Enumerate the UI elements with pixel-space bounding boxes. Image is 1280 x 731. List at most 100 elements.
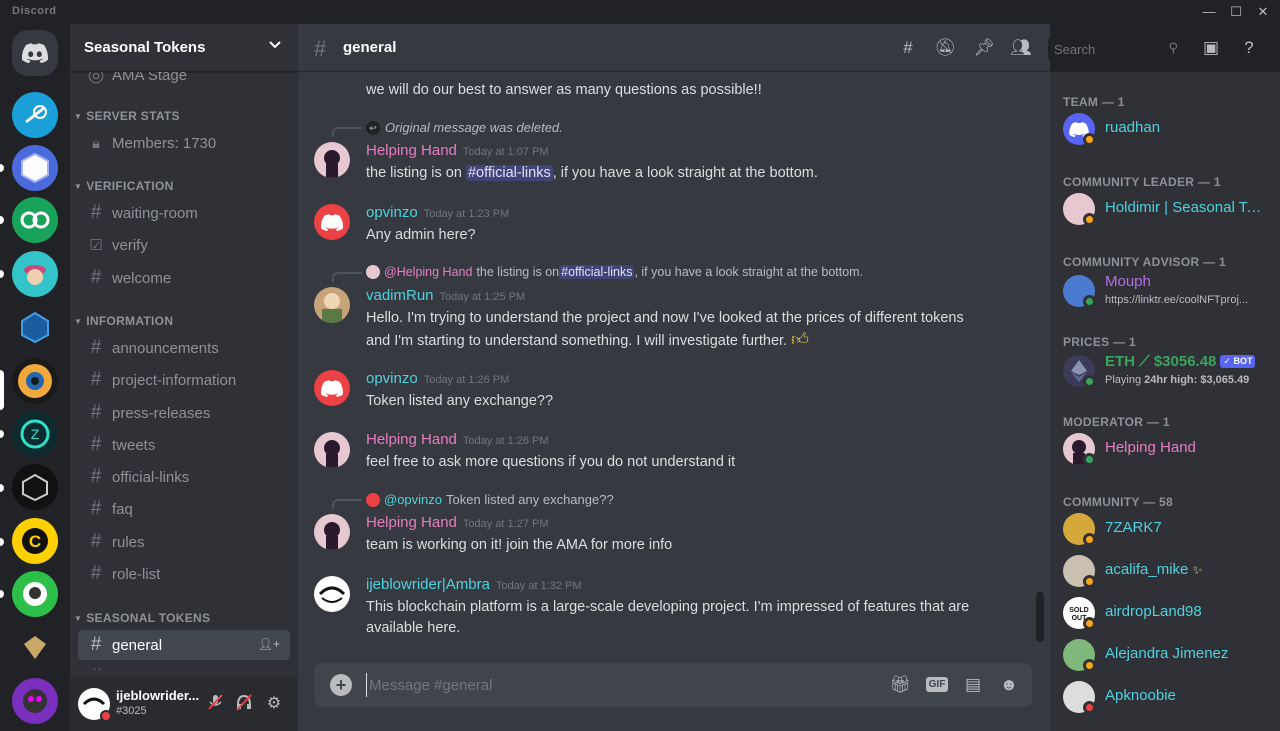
pin-icon[interactable]: 📌︎: [972, 37, 996, 59]
server-header[interactable]: Seasonal Tokens: [70, 24, 298, 72]
server-icon-10[interactable]: [12, 571, 58, 617]
server-icon-8[interactable]: [12, 464, 58, 510]
reply-user[interactable]: @Helping Hand: [384, 265, 472, 279]
message-author[interactable]: opvinzo Today at 1:26 PM: [366, 370, 509, 387]
emoji-icon[interactable]: ☻: [997, 674, 1021, 696]
message-author[interactable]: Helping Hand Today at 1:27 PM: [366, 514, 549, 531]
server-icon-9[interactable]: C: [12, 518, 58, 564]
channel-press-releases[interactable]: # press-releases: [78, 398, 290, 428]
category-verification[interactable]: ▼ VERIFICATION: [74, 179, 174, 193]
message-author[interactable]: Helping Hand Today at 1:26 PM: [366, 431, 549, 448]
message-text: Hello. I'm trying to understand the proj…: [366, 310, 964, 326]
member-7zark7[interactable]: 7ZARK7: [1063, 511, 1273, 547]
member-mouph[interactable]: Mouph https://linktr.ee/coolNFTproj...: [1063, 273, 1273, 309]
avatar[interactable]: [314, 204, 350, 240]
gif-icon[interactable]: GIF: [925, 674, 949, 696]
avatar[interactable]: [314, 370, 350, 406]
reply-preview[interactable]: @Helping Hand the listing is on #official…: [366, 265, 863, 279]
reply-preview[interactable]: ↩ Original message was deleted.: [366, 120, 563, 135]
member-acalifa-mike[interactable]: acalifa_mike ✨︎: [1063, 553, 1273, 589]
member-airdropland98[interactable]: SOLD OUT airdropLand98: [1063, 595, 1273, 631]
add-attachment-icon[interactable]: +: [330, 674, 352, 696]
author-name[interactable]: opvinzo: [366, 370, 418, 387]
avatar[interactable]: [314, 287, 350, 323]
server-icon-3[interactable]: [12, 197, 58, 243]
home-discord-icon[interactable]: [12, 30, 58, 76]
channel-waiting-room[interactable]: # waiting-room: [78, 198, 290, 228]
author-name[interactable]: Helping Hand: [366, 431, 457, 448]
member-holdimir[interactable]: Holdimir | Seasonal To...: [1063, 191, 1273, 227]
author-name[interactable]: ijeblowrider|Ambra: [366, 576, 490, 593]
sticker-icon[interactable]: ▤: [961, 674, 985, 696]
channel-official-links[interactable]: # official-links: [78, 462, 290, 492]
channel-general[interactable]: # general 👤︎+: [78, 630, 290, 660]
channel-mention[interactable]: #official-links: [465, 165, 553, 181]
avatar[interactable]: [314, 432, 350, 468]
settings-gear-icon[interactable]: ⚙: [263, 693, 285, 715]
category-server-stats[interactable]: ▼ SERVER STATS: [74, 109, 180, 123]
member-list-icon[interactable]: 👥︎: [1009, 37, 1033, 59]
message-input[interactable]: [366, 673, 866, 697]
gift-icon[interactable]: 🎁︎: [888, 674, 912, 696]
server-icon-7[interactable]: Z: [12, 411, 58, 457]
member-helping-hand[interactable]: Helping Hand: [1063, 431, 1273, 467]
channel-mention[interactable]: #official-links: [559, 265, 635, 279]
server-icon-2[interactable]: [12, 145, 58, 191]
channel-ama-stage[interactable]: ◎ AMA Stage: [78, 72, 290, 90]
message-author[interactable]: vadimRun Today at 1:25 PM: [366, 287, 525, 304]
member-eth-bot[interactable]: ETH ⟋ $3056.48 ✓ BOT Playing 24hr high: $…: [1063, 353, 1273, 389]
avatar[interactable]: [314, 514, 350, 550]
member-alejandra-jimenez[interactable]: Alejandra Jimenez: [1063, 637, 1273, 673]
avatar[interactable]: [314, 142, 350, 178]
reply-connector: [332, 272, 362, 282]
search-input[interactable]: [1054, 40, 1158, 58]
deafen-headphones-icon[interactable]: [233, 693, 255, 715]
maximize-icon[interactable]: ☐: [1222, 3, 1250, 21]
category-information[interactable]: ▼ INFORMATION: [74, 314, 173, 328]
server-icon-seasonal-tokens[interactable]: [12, 358, 58, 404]
help-icon[interactable]: ?: [1237, 37, 1261, 59]
channel-announcements[interactable]: # announcements: [78, 333, 290, 363]
message-author[interactable]: ijeblowrider|Ambra Today at 1:32 PM: [366, 576, 582, 593]
channel-role-list[interactable]: # role-list: [78, 559, 290, 589]
search-box[interactable]: ⚲: [1048, 37, 1184, 61]
member-name: ruadhan: [1105, 119, 1161, 136]
chevron-down-icon[interactable]: [268, 38, 282, 52]
channel-project-information[interactable]: # project-information: [78, 365, 290, 395]
scrollbar[interactable]: [1036, 592, 1044, 642]
threads-icon[interactable]: #: [896, 37, 920, 59]
member-apknoobie[interactable]: Apknoobie: [1063, 679, 1273, 715]
channel-welcome[interactable]: # welcome: [78, 263, 290, 293]
reply-preview[interactable]: @opvinzo Token listed any exchange??: [366, 492, 614, 507]
server-icon-4[interactable]: [12, 251, 58, 297]
channel-rules[interactable]: # rules: [78, 527, 290, 557]
mute-microphone-icon[interactable]: [204, 693, 226, 715]
server-icon-12[interactable]: [12, 678, 58, 724]
author-name[interactable]: opvinzo: [366, 204, 418, 221]
channel-members-count[interactable]: 🔒︎ Members: 1730: [78, 128, 290, 158]
author-name[interactable]: vadimRun: [366, 287, 434, 304]
author-name[interactable]: Helping Hand: [366, 142, 457, 159]
avatar[interactable]: [314, 576, 350, 612]
channel-verify[interactable]: ☑ verify: [78, 230, 290, 260]
server-icon-5[interactable]: [12, 304, 58, 350]
close-icon[interactable]: ✕: [1249, 3, 1277, 21]
author-name[interactable]: Helping Hand: [366, 514, 457, 531]
category-seasonal-tokens[interactable]: ▼ SEASONAL TOKENS: [74, 611, 210, 625]
server-icon-11[interactable]: [12, 624, 58, 670]
channel-media[interactable]: # media: [78, 662, 290, 670]
minimize-icon[interactable]: —: [1195, 3, 1223, 21]
server-icon-1[interactable]: [12, 92, 58, 138]
message-author[interactable]: Helping Hand Today at 1:07 PM: [366, 142, 549, 159]
inbox-icon[interactable]: ▣: [1199, 37, 1223, 59]
channel-label: tweets: [112, 436, 156, 454]
checkbox-icon: ☑: [89, 237, 103, 254]
member-name: Holdimir | Seasonal To...: [1105, 199, 1265, 216]
channel-tweets[interactable]: # tweets: [78, 430, 290, 460]
notification-muted-bell-icon[interactable]: 🔕︎: [933, 37, 957, 59]
channel-faq[interactable]: # faq: [78, 494, 290, 524]
message-author[interactable]: opvinzo Today at 1:23 PM: [366, 204, 509, 221]
member-ruadhan[interactable]: ruadhan: [1063, 111, 1273, 147]
reply-user[interactable]: @opvinzo: [384, 492, 442, 507]
add-user-icon[interactable]: 👤︎+: [258, 637, 280, 651]
